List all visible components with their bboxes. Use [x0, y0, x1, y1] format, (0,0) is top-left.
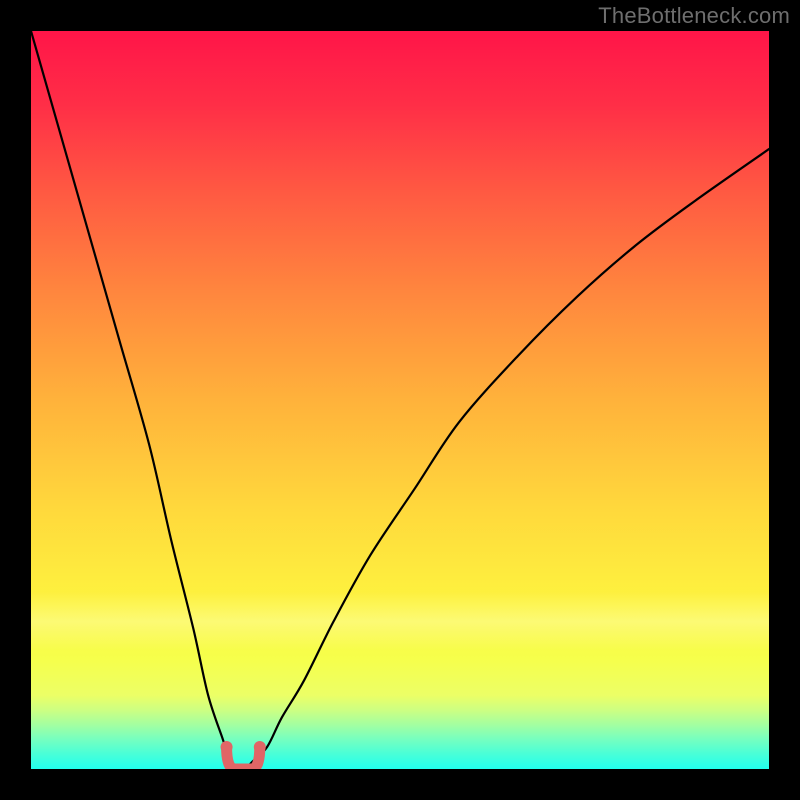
chart-svg-layer: [31, 31, 769, 769]
watermark-text: TheBottleneck.com: [598, 3, 790, 29]
sweet-spot-dot-right: [254, 741, 266, 753]
sweet-spot-dot-left: [221, 741, 233, 753]
chart-plot-area: [31, 31, 769, 769]
bottleneck-curve-path: [31, 31, 769, 769]
